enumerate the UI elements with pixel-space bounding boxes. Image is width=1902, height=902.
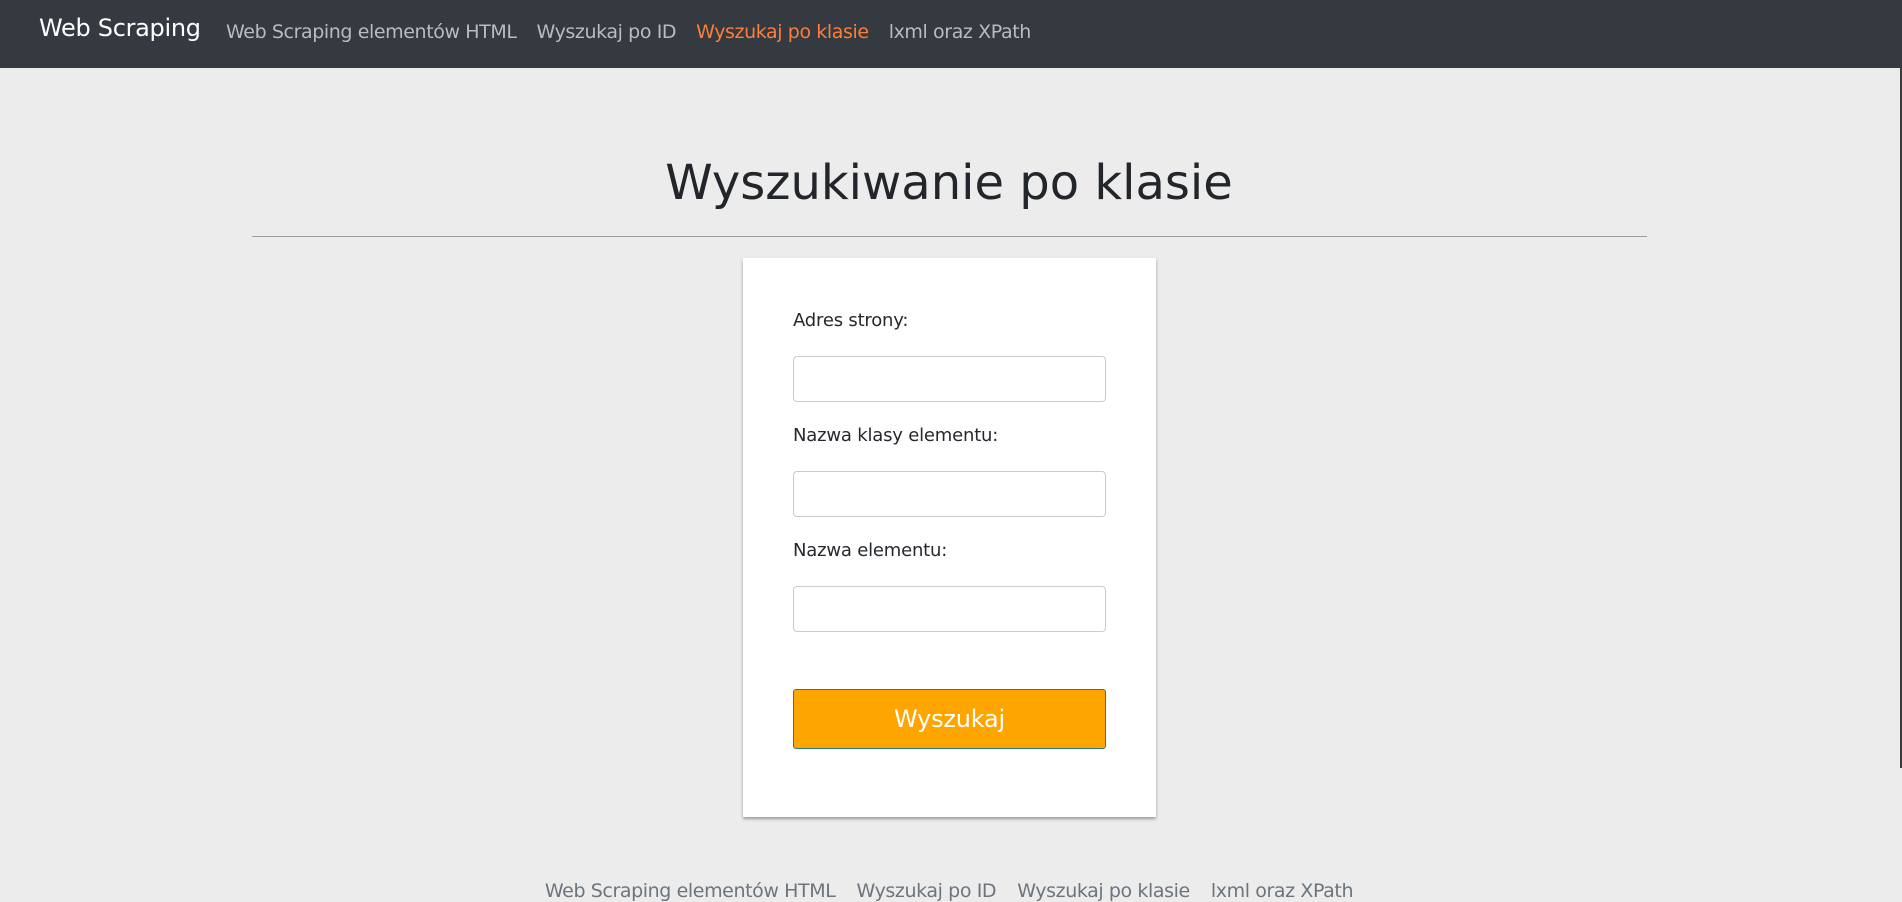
- nav-link-search-by-class[interactable]: Wyszukaj po klasie: [696, 21, 869, 43]
- brand-link[interactable]: Web Scraping: [39, 14, 201, 42]
- title-divider: [252, 236, 1647, 237]
- page-address-input[interactable]: [793, 356, 1106, 402]
- nav-link-web-scraping-html[interactable]: Web Scraping elementów HTML: [226, 21, 517, 43]
- page-title: Wyszukiwanie po klasie: [665, 155, 1233, 211]
- top-navbar: Web Scraping Web Scraping elementów HTML…: [0, 0, 1902, 68]
- nav-link-search-by-id[interactable]: Wyszukaj po ID: [537, 21, 677, 43]
- element-name-input[interactable]: [793, 586, 1106, 632]
- page-address-label: Adres strony:: [793, 310, 909, 331]
- search-form-card: Adres strony: Nazwa klasy elementu: Nazw…: [743, 258, 1156, 817]
- search-button[interactable]: Wyszukaj: [793, 689, 1106, 749]
- element-name-label: Nazwa elementu:: [793, 540, 948, 561]
- class-name-label: Nazwa klasy elementu:: [793, 425, 999, 446]
- nav-link-lxml-xpath[interactable]: lxml oraz XPath: [889, 21, 1032, 43]
- class-name-input[interactable]: [793, 471, 1106, 517]
- nav-links: Web Scraping elementów HTML Wyszukaj po …: [226, 21, 1051, 43]
